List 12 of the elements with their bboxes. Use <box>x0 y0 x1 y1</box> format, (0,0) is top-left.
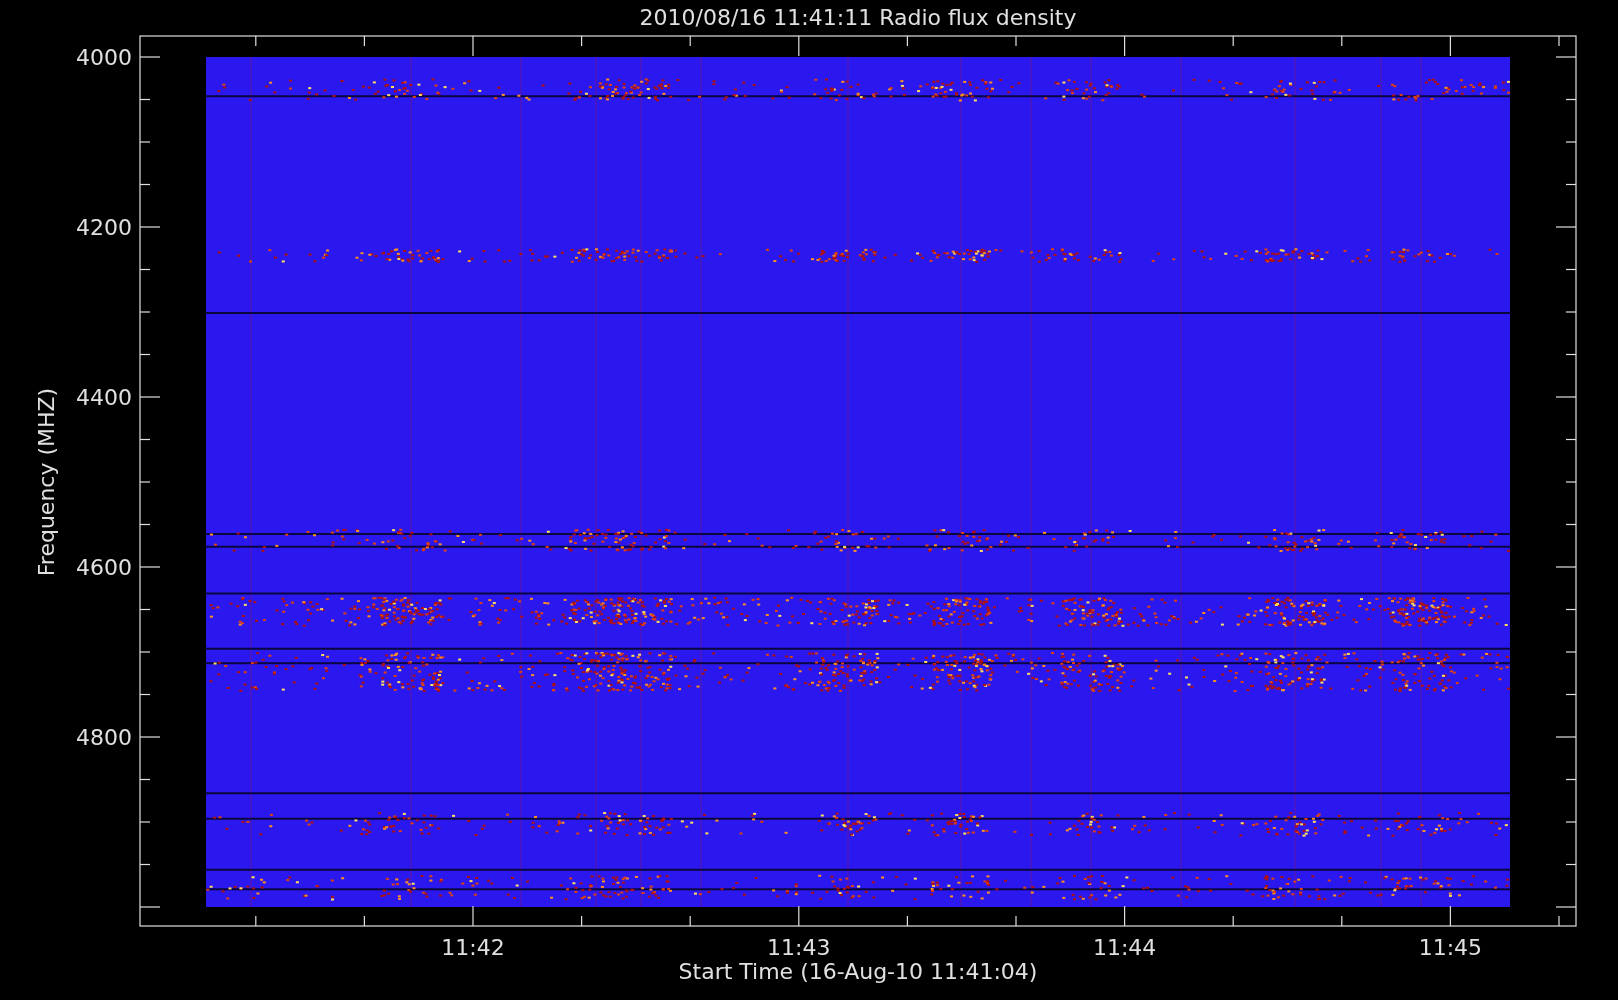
axis-tick-label: 11:44 <box>1092 935 1157 960</box>
axis-tick-label: 4200 <box>76 215 132 240</box>
axis-tick-label: 4400 <box>76 385 132 410</box>
axis-label: Start Time (16-Aug-10 11:41:04) <box>678 959 1038 984</box>
axis-tick-label: 11:43 <box>767 935 831 960</box>
plot-title: 2010/08/16 11:41:11 Radio flux density <box>639 5 1077 30</box>
axis-label: Frequency (MHZ) <box>34 387 59 577</box>
axis-tick-label: 4800 <box>76 725 132 750</box>
axis-tick-label: 4600 <box>76 555 132 580</box>
axis-tick-label: 11:42 <box>441 935 505 960</box>
axis-tick-label: 4000 <box>76 45 132 70</box>
axis-tick-label: 11:45 <box>1418 935 1483 960</box>
